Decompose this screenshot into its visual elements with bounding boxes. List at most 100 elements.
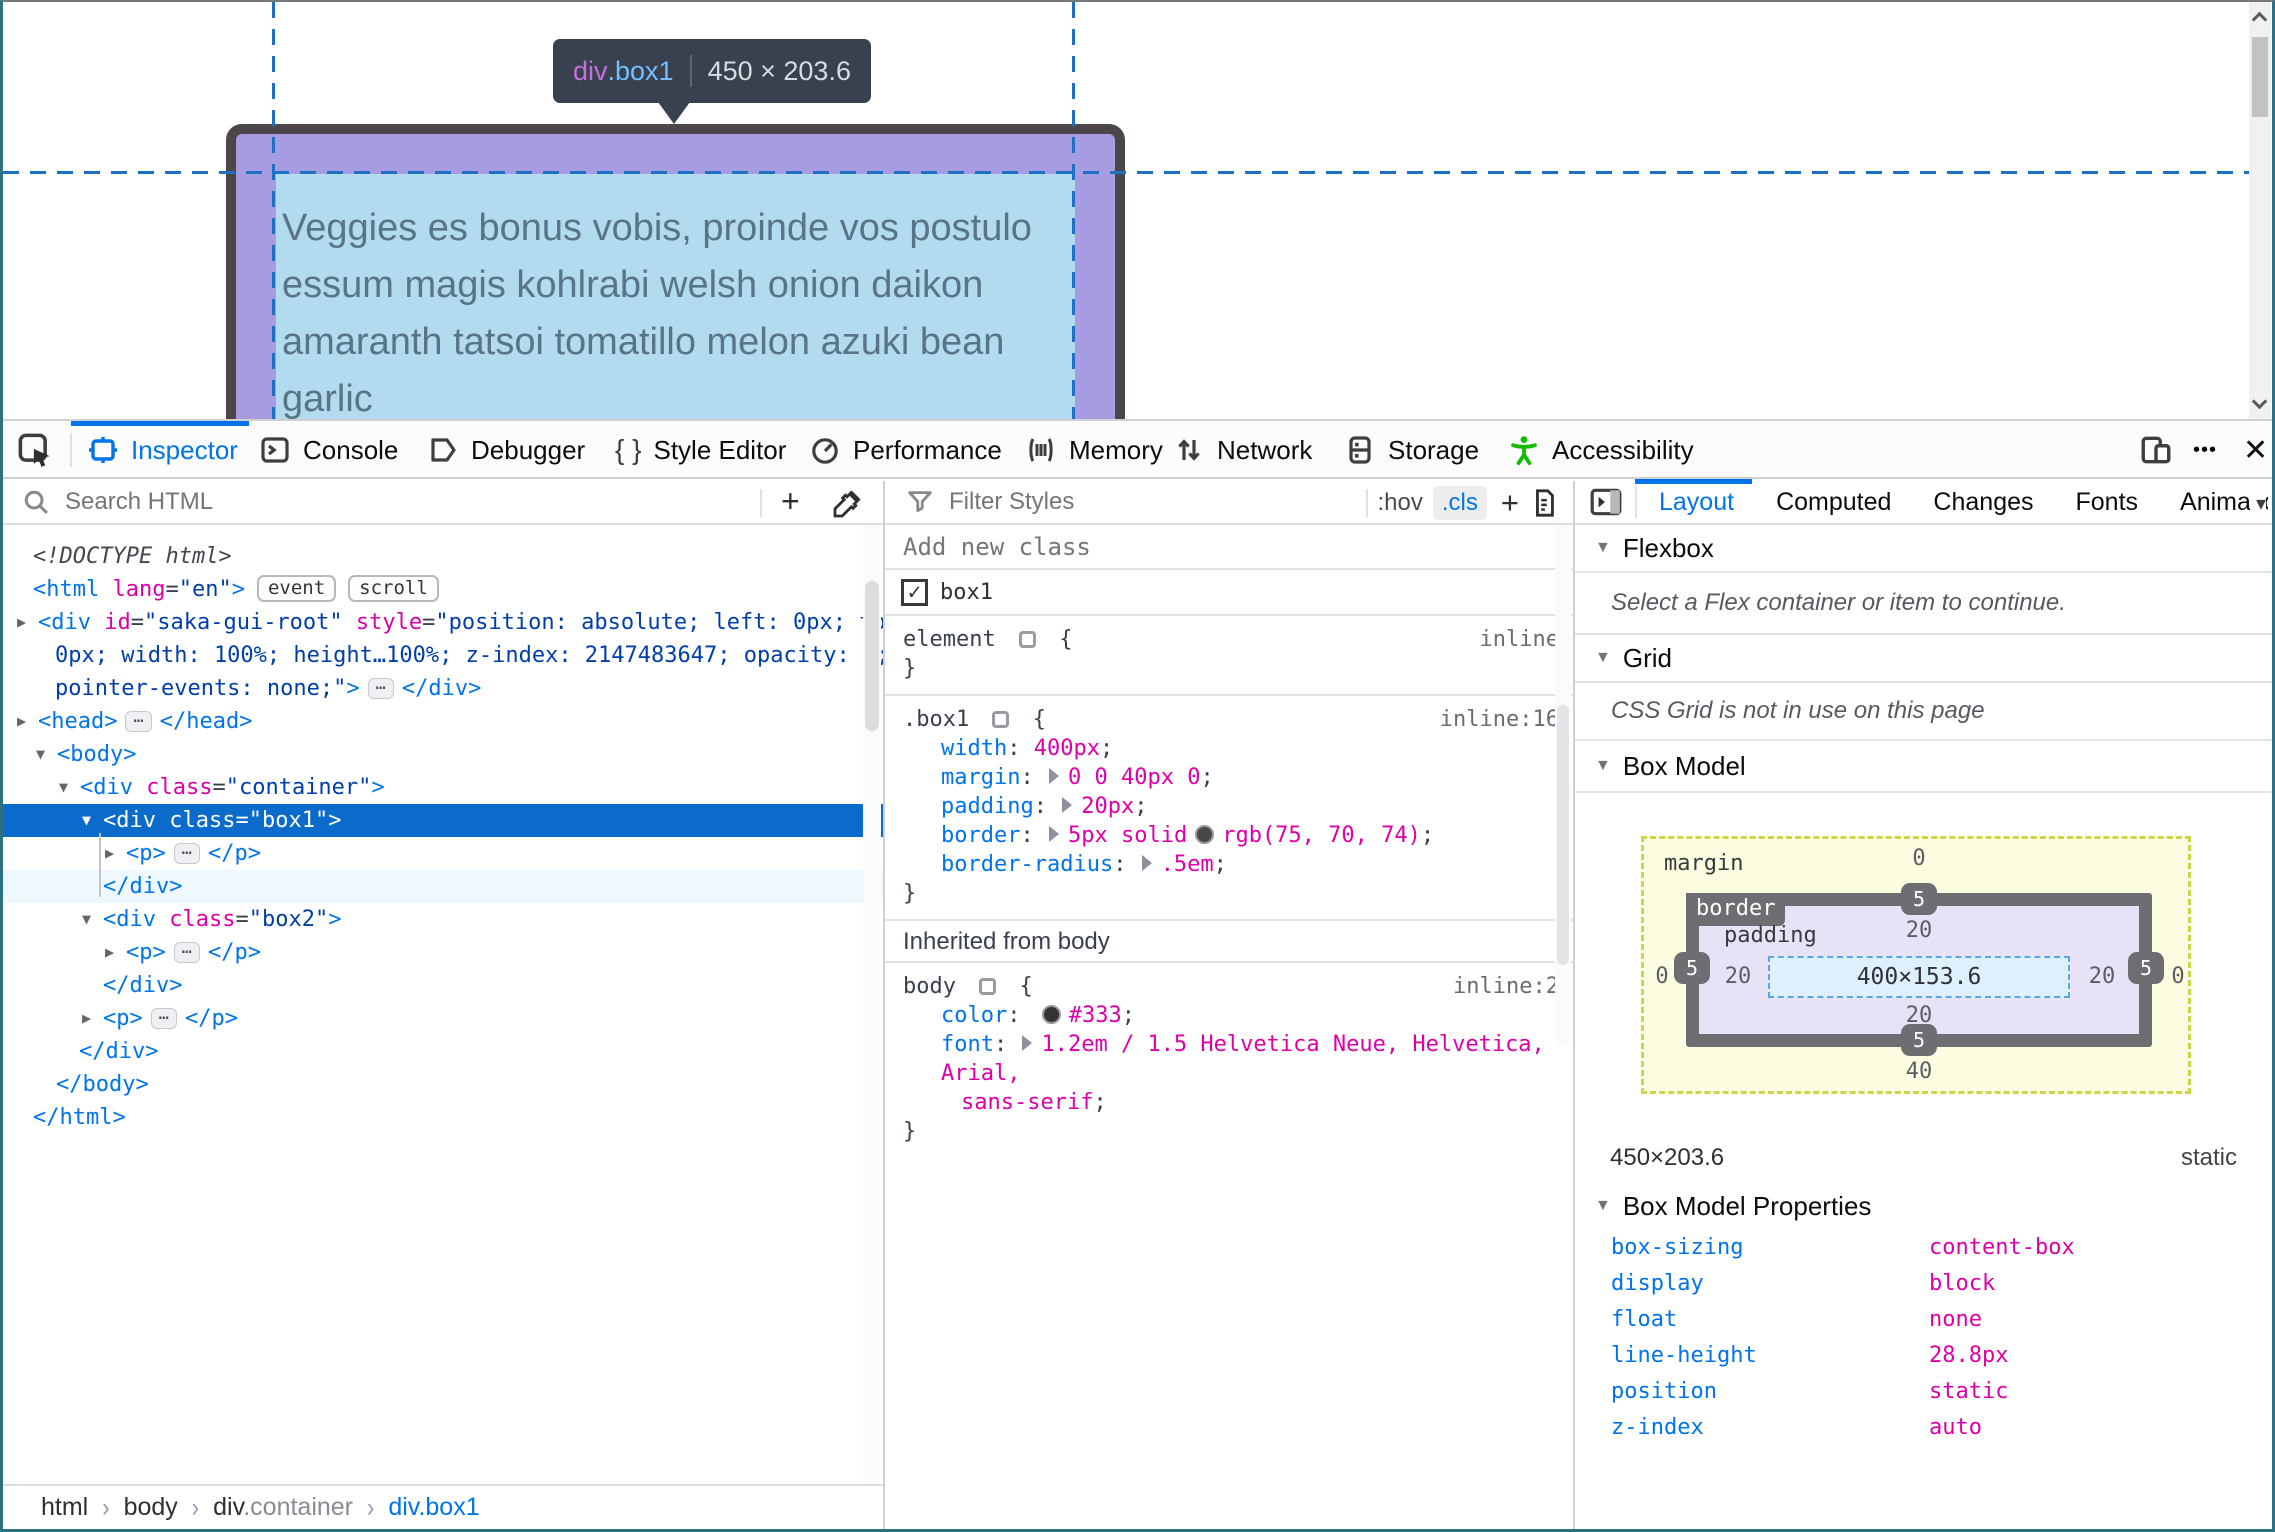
rule-source-link[interactable]: inline:2 <box>1453 972 1559 1001</box>
tab-storage[interactable]: Storage <box>1344 421 1479 479</box>
markup-row-container-close[interactable]: </div> <box>3 1035 883 1068</box>
breadcrumb-item-body[interactable]: body <box>114 1493 188 1522</box>
breadcrumb-item-container[interactable]: div.container <box>203 1493 363 1522</box>
margin-right-value[interactable]: 0 <box>2164 965 2192 989</box>
border-right-value[interactable]: 5 <box>2128 952 2164 984</box>
add-rule-button[interactable]: + <box>1501 485 1519 521</box>
declaration-border[interactable]: border: 5px solid rgb(75, 70, 74); <box>903 821 1573 850</box>
property-row[interactable]: line-height 28.8px <box>1575 1337 2272 1373</box>
class-checkbox[interactable]: ✓ <box>901 578 928 606</box>
markup-row-doctype[interactable]: <!DOCTYPE html> <box>3 540 883 573</box>
property-row[interactable]: z-index auto <box>1575 1409 2272 1445</box>
breadcrumb-item-html[interactable]: html <box>3 1493 98 1522</box>
rules-scrollbar[interactable] <box>1555 525 1571 1045</box>
markup-row-p[interactable]: ▶ <p> ⋯ </p> <box>3 837 883 870</box>
markup-scrollbar-thumb[interactable] <box>865 581 879 731</box>
close-devtools-button[interactable]: ✕ <box>2243 421 2268 479</box>
tab-inspector[interactable]: Inspector <box>87 421 238 479</box>
markup-row-html[interactable]: <html lang="en"> event scroll <box>3 573 883 606</box>
boxmodel-margin-box[interactable]: margin 0 0 0 40 border padding 5 5 5 5 2… <box>1641 836 2191 1094</box>
class-toggle-row[interactable]: ✓ box1 <box>885 570 1573 616</box>
print-simulation-icon[interactable] <box>1529 488 1559 518</box>
boxmodel-content-box[interactable]: 400×153.6 <box>1768 956 2070 998</box>
property-row[interactable]: float none <box>1575 1301 2272 1337</box>
markup-scrollbar[interactable] <box>863 525 881 1484</box>
declaration-border-radius[interactable]: border-radius: .5em; <box>903 850 1573 879</box>
boxmodel-section-header[interactable]: ▼ Box Model <box>1575 741 2272 793</box>
tab-layout[interactable]: Layout <box>1659 488 1734 517</box>
property-row[interactable]: display block <box>1575 1265 2272 1301</box>
margin-left-value[interactable]: 0 <box>1648 965 1676 989</box>
declaration-color[interactable]: color: #333; <box>903 1001 1573 1030</box>
markup-row-box2-close[interactable]: </div> <box>3 969 883 1002</box>
responsive-design-button[interactable] <box>2139 421 2173 479</box>
rules-scrollbar-thumb[interactable] <box>1557 705 1569 965</box>
tab-network[interactable]: Network <box>1173 421 1312 479</box>
markup-row-container[interactable]: ▼ <div class="container"> <box>3 771 883 804</box>
markup-row-box2[interactable]: ▼ <div class="box2"> <box>3 903 883 936</box>
declaration-margin[interactable]: margin: 0 0 40px 0; <box>903 763 1573 792</box>
tab-changes[interactable]: Changes <box>1933 488 2033 517</box>
property-row[interactable]: position static <box>1575 1373 2272 1409</box>
markup-row-body-close[interactable]: </body> <box>3 1068 883 1101</box>
meatball-menu-button[interactable]: ••• <box>2193 421 2217 479</box>
tab-console[interactable]: Console <box>259 421 398 479</box>
node-picker-button[interactable] <box>17 421 53 479</box>
padding-left-value[interactable]: 20 <box>1718 965 1758 989</box>
page-scrollbar[interactable] <box>2249 2 2271 419</box>
rule-body[interactable]: body { color: #333; font: 1.2em / 1.5 He… <box>885 963 1573 1157</box>
pseudo-class-button[interactable]: :hov <box>1378 489 1423 517</box>
border-bottom-value[interactable]: 5 <box>1901 1024 1937 1056</box>
declaration-padding[interactable]: padding: 20px; <box>903 792 1573 821</box>
markup-row-p[interactable]: ▶ <p> ⋯ </p> <box>3 1002 883 1035</box>
property-row[interactable]: box-sizing content-box <box>1575 1229 2272 1265</box>
markup-row-body[interactable]: ▼ <body> <box>3 738 883 771</box>
boxmodel-properties-header[interactable]: ▼ Box Model Properties <box>1575 1183 2272 1229</box>
markup-row-html-close[interactable]: </html> <box>3 1101 883 1134</box>
tab-style-editor[interactable]: { } Style Editor <box>615 421 786 479</box>
search-html-bar[interactable]: Search HTML + <box>3 481 883 525</box>
markup-row-saka-gui-root[interactable]: ▶ <div id="saka-gui-root" style="position… <box>3 606 883 639</box>
padding-right-value[interactable]: 20 <box>2082 965 2122 989</box>
page-viewport[interactable]: Veggies es bonus vobis, proinde vos post… <box>3 2 2272 419</box>
sidebar-tabs-overflow-button[interactable]: ▾ <box>2249 491 2266 516</box>
declaration-width[interactable]: width: 400px; <box>903 734 1573 763</box>
flexbox-section-header[interactable]: ▼ Flexbox <box>1575 525 2272 573</box>
rule-element-inline[interactable]: element { } inline <box>885 616 1573 696</box>
filter-styles-bar[interactable]: Filter Styles :hov .cls + <box>885 481 1573 525</box>
expand-sidebar-button[interactable] <box>1589 486 1637 518</box>
add-node-button[interactable]: + <box>781 483 800 520</box>
border-top-value[interactable]: 5 <box>1901 883 1937 915</box>
search-input[interactable]: Search HTML <box>65 488 213 516</box>
rule-source-link[interactable]: inline:16 <box>1440 705 1559 734</box>
markup-row-saka-gui-root-end[interactable]: pointer-events: none;"> ⋯ </div> <box>3 672 883 705</box>
border-left-value[interactable]: 5 <box>1674 952 1710 984</box>
markup-row-box1-selected[interactable]: ▼ <div class="box1"> <box>3 804 883 837</box>
declaration-font[interactable]: font: 1.2em / 1.5 Helvetica Neue, Helvet… <box>903 1030 1573 1088</box>
grid-section-header[interactable]: ▼ Grid <box>1575 635 2272 683</box>
scroll-down-icon[interactable] <box>2251 393 2268 410</box>
markup-row-saka-gui-root-wrap[interactable]: 0px; width: 100%; height…100%; z-index: … <box>3 639 883 672</box>
declaration-font-wrap[interactable]: sans-serif; <box>903 1088 1573 1117</box>
page-scrollbar-thumb[interactable] <box>2252 37 2268 117</box>
add-new-class-input[interactable]: Add new class <box>885 525 1573 570</box>
markup-row-head[interactable]: ▶ <head> ⋯ </head> <box>3 705 883 738</box>
rule-box1[interactable]: .box1 { width: 400px; margin: 0 0 40px 0… <box>885 696 1573 921</box>
tab-memory[interactable]: Memory <box>1025 421 1163 479</box>
tab-accessibility[interactable]: Accessibility <box>1508 421 1694 479</box>
breadcrumb-item-box1[interactable]: div.box1 <box>378 1493 489 1522</box>
markup-row-box1-close[interactable]: </div> <box>3 870 883 903</box>
rule-source-link[interactable]: inline <box>1480 625 1559 654</box>
padding-top-value[interactable]: 20 <box>1899 919 1939 943</box>
eyedropper-button[interactable] <box>831 488 863 520</box>
tab-fonts[interactable]: Fonts <box>2076 488 2139 517</box>
tab-debugger[interactable]: Debugger <box>427 421 585 479</box>
margin-bottom-value[interactable]: 40 <box>1899 1060 1939 1084</box>
class-panel-button[interactable]: .cls <box>1432 486 1487 520</box>
margin-top-value[interactable]: 0 <box>1899 847 1939 871</box>
padding-bottom-value[interactable]: 20 <box>1899 1004 1939 1028</box>
tab-performance[interactable]: Performance <box>809 421 1002 479</box>
scroll-up-icon[interactable] <box>2251 11 2268 28</box>
tab-computed[interactable]: Computed <box>1776 488 1891 517</box>
markup-row-p[interactable]: ▶ <p> ⋯ </p> <box>3 936 883 969</box>
